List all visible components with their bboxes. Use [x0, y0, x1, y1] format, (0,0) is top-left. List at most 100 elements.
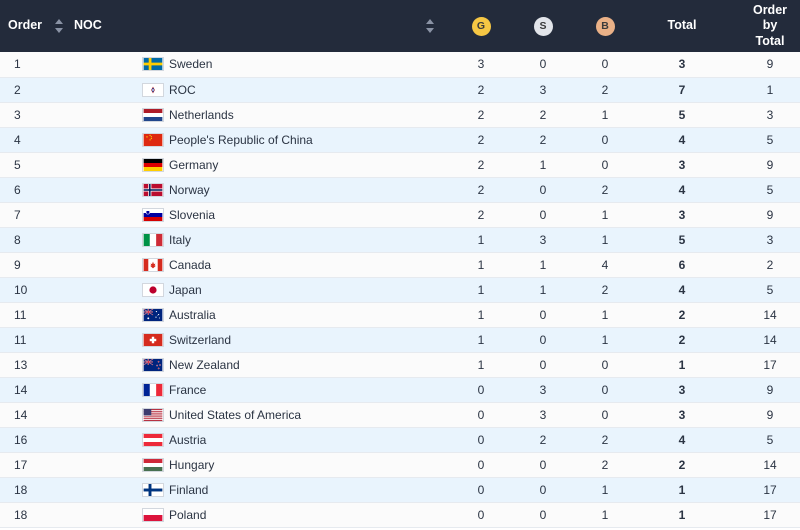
cell-order-by-total: 17 — [728, 477, 800, 502]
cell-spacer — [48, 227, 70, 252]
noc-name: Switzerland — [169, 333, 231, 347]
cell-gold: 2 — [450, 202, 512, 227]
cell-order-by-total: 3 — [728, 102, 800, 127]
table-row[interactable]: 4People's Republic of China22045 — [0, 127, 800, 152]
cell-noc: Slovenia — [70, 202, 450, 227]
cell-spacer — [48, 452, 70, 477]
column-header-order[interactable]: Order — [0, 0, 48, 52]
cell-total: 6 — [636, 252, 728, 277]
cell-gold: 0 — [450, 427, 512, 452]
table-row[interactable]: 8Italy13153 — [0, 227, 800, 252]
noc-name: ROC — [169, 83, 196, 97]
cell-order: 4 — [0, 127, 48, 152]
table-row[interactable]: 11Australia101214 — [0, 302, 800, 327]
noc-name: Poland — [169, 508, 206, 522]
cell-silver: 2 — [512, 127, 574, 152]
column-header-silver[interactable]: S — [512, 0, 574, 52]
cell-order-by-total: 17 — [728, 502, 800, 527]
cell-spacer — [48, 352, 70, 377]
cell-gold: 2 — [450, 152, 512, 177]
cell-spacer — [48, 177, 70, 202]
cell-bronze: 1 — [574, 102, 636, 127]
cell-spacer — [48, 77, 70, 102]
cell-gold: 0 — [450, 402, 512, 427]
cell-bronze: 0 — [574, 127, 636, 152]
cell-noc: Japan — [70, 277, 450, 302]
table-row[interactable]: 9Canada11462 — [0, 252, 800, 277]
flag-icon — [142, 108, 164, 122]
cell-order-by-total: 5 — [728, 127, 800, 152]
table-row[interactable]: 14France03039 — [0, 377, 800, 402]
cell-noc: France — [70, 377, 450, 402]
cell-silver: 0 — [512, 302, 574, 327]
cell-bronze: 0 — [574, 152, 636, 177]
cell-order: 6 — [0, 177, 48, 202]
cell-spacer — [48, 127, 70, 152]
cell-total: 3 — [636, 52, 728, 77]
cell-order: 10 — [0, 277, 48, 302]
cell-bronze: 1 — [574, 202, 636, 227]
cell-gold: 1 — [450, 277, 512, 302]
cell-gold: 1 — [450, 227, 512, 252]
cell-noc: Finland — [70, 477, 450, 502]
table-row[interactable]: 18Poland001117 — [0, 502, 800, 527]
table-row[interactable]: 2ROC23271 — [0, 77, 800, 102]
table-row[interactable]: 6Norway20245 — [0, 177, 800, 202]
gold-medal-icon: G — [472, 17, 491, 36]
table-row[interactable]: 17Hungary002214 — [0, 452, 800, 477]
sort-noc-button[interactable] — [410, 0, 450, 52]
cell-order-by-total: 9 — [728, 152, 800, 177]
table-row[interactable]: 11Switzerland101214 — [0, 327, 800, 352]
obt-line-1: Order — [753, 3, 787, 17]
flag-icon — [142, 383, 164, 397]
cell-order-by-total: 9 — [728, 377, 800, 402]
table-row[interactable]: 14United States of America03039 — [0, 402, 800, 427]
noc-name: New Zealand — [169, 358, 240, 372]
cell-order-by-total: 2 — [728, 252, 800, 277]
cell-spacer — [48, 152, 70, 177]
cell-spacer — [48, 427, 70, 452]
cell-total: 4 — [636, 177, 728, 202]
cell-order-by-total: 14 — [728, 452, 800, 477]
table-row[interactable]: 13New Zealand100117 — [0, 352, 800, 377]
column-header-gold[interactable]: G — [450, 0, 512, 52]
cell-gold: 0 — [450, 502, 512, 527]
cell-silver: 0 — [512, 502, 574, 527]
cell-noc: Australia — [70, 302, 450, 327]
table-row[interactable]: 16Austria02245 — [0, 427, 800, 452]
cell-order-by-total: 14 — [728, 302, 800, 327]
cell-noc: ROC — [70, 77, 450, 102]
cell-noc: United States of America — [70, 402, 450, 427]
flag-icon — [142, 358, 164, 372]
cell-bronze: 1 — [574, 227, 636, 252]
cell-order-by-total: 3 — [728, 227, 800, 252]
flag-icon — [142, 83, 164, 97]
header-row: Order NOC G S B Total — [0, 0, 800, 52]
cell-total: 1 — [636, 502, 728, 527]
cell-total: 4 — [636, 127, 728, 152]
column-header-bronze[interactable]: B — [574, 0, 636, 52]
table-row[interactable]: 1Sweden30039 — [0, 52, 800, 77]
table-row[interactable]: 5Germany21039 — [0, 152, 800, 177]
cell-bronze: 0 — [574, 352, 636, 377]
table-row[interactable]: 7Slovenia20139 — [0, 202, 800, 227]
sort-order-button[interactable] — [48, 0, 70, 52]
cell-silver: 0 — [512, 52, 574, 77]
cell-order: 17 — [0, 452, 48, 477]
column-header-order-by-total[interactable]: Order by Total — [728, 0, 800, 52]
cell-noc: Sweden — [70, 52, 450, 77]
table-row[interactable]: 3Netherlands22153 — [0, 102, 800, 127]
column-header-noc[interactable]: NOC — [70, 0, 410, 52]
cell-noc: Austria — [70, 427, 450, 452]
table-row[interactable]: 18Finland001117 — [0, 477, 800, 502]
cell-silver: 1 — [512, 152, 574, 177]
cell-order: 5 — [0, 152, 48, 177]
noc-name: United States of America — [169, 408, 301, 422]
cell-order: 18 — [0, 477, 48, 502]
table-row[interactable]: 10Japan11245 — [0, 277, 800, 302]
column-header-total[interactable]: Total — [636, 0, 728, 52]
flag-icon — [142, 258, 164, 272]
cell-silver: 1 — [512, 277, 574, 302]
cell-noc: Poland — [70, 502, 450, 527]
flag-icon — [142, 333, 164, 347]
